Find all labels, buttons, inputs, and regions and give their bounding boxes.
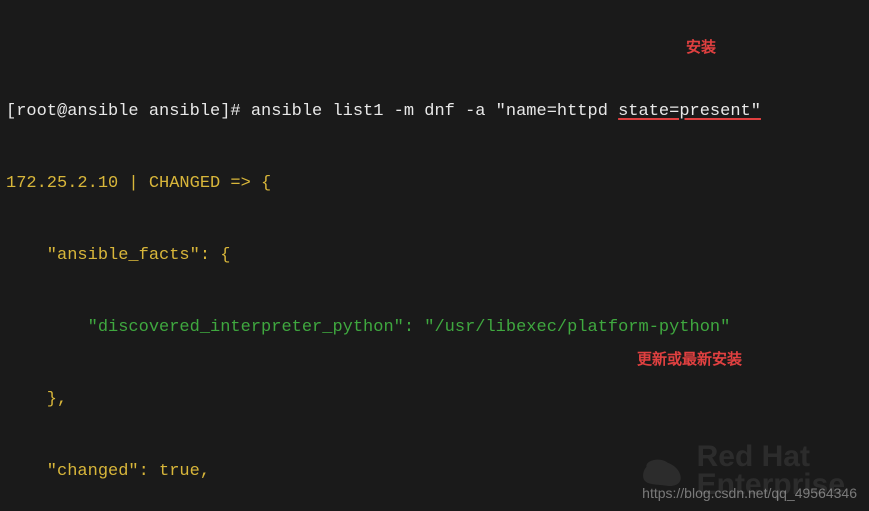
host-ip: 172.25.2.10 xyxy=(6,174,118,193)
output-line: }, xyxy=(6,388,863,412)
command-line-1: [root@ansible ansible]# ansible list1 -m… xyxy=(6,100,863,124)
output-host-line: 172.25.2.10 | CHANGED => { xyxy=(6,172,863,196)
terminal-window[interactable]: [root@ansible ansible]# ansible list1 -m… xyxy=(0,0,869,511)
output-line: "discovered_interpreter_python": "/usr/l… xyxy=(6,316,863,340)
changed-marker: | CHANGED => { xyxy=(118,174,271,193)
command-highlight: state=present" xyxy=(618,102,761,121)
shell-prompt: [root@ansible ansible]# xyxy=(6,102,251,121)
command-text: ansible list1 -m dnf -a "name=httpd xyxy=(251,102,618,121)
annotation-install: 安装 xyxy=(686,36,716,60)
output-line: "ansible_facts": { xyxy=(6,244,863,268)
annotation-update: 更新或最新安装 xyxy=(637,348,742,372)
csdn-watermark: https://blog.csdn.net/qq_49564346 xyxy=(642,481,857,505)
